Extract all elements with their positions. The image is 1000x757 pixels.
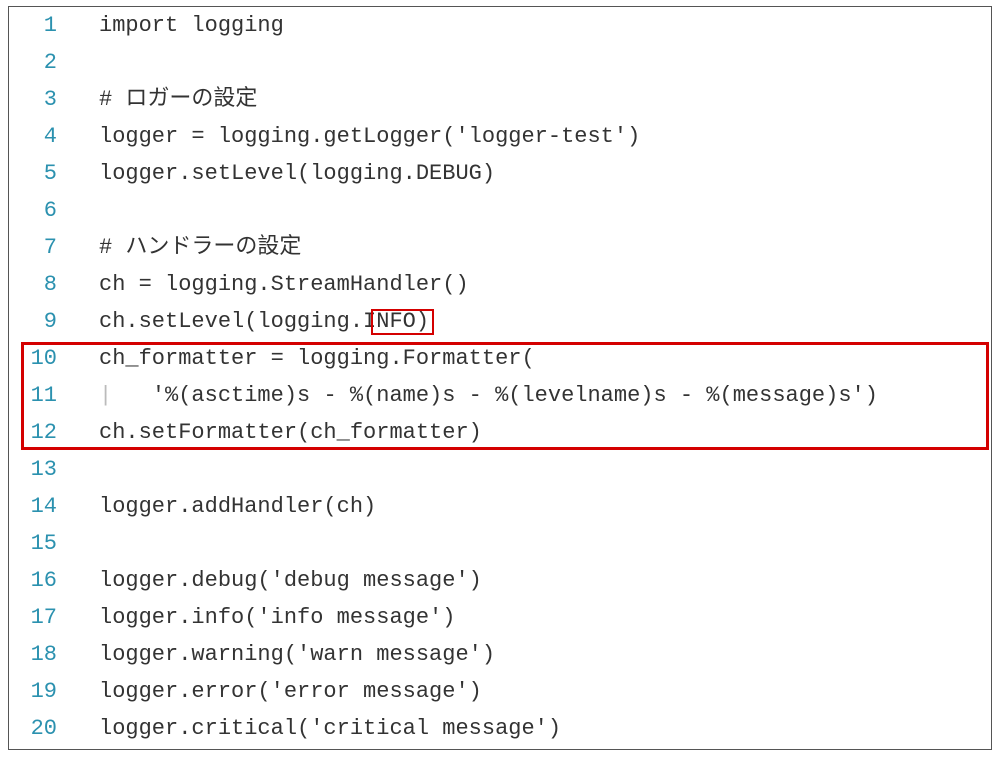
line-number: 14	[9, 488, 71, 525]
code-text: logger.critical('critical message')	[71, 710, 991, 747]
line-number: 5	[9, 155, 71, 192]
code-line: 14 logger.addHandler(ch)	[9, 488, 991, 525]
code-text: ch.setFormatter(ch_formatter)	[71, 414, 991, 451]
line-number: 11	[9, 377, 71, 414]
code-text: logger.info('info message')	[71, 599, 991, 636]
code-line: 6	[9, 192, 991, 229]
line-number: 9	[9, 303, 71, 340]
line-number: 10	[9, 340, 71, 377]
line-number: 13	[9, 451, 71, 488]
line-number: 17	[9, 599, 71, 636]
code-text: ch = logging.StreamHandler()	[71, 266, 991, 303]
code-text: # ロガーの設定	[71, 81, 991, 118]
code-text: logger.setLevel(logging.DEBUG)	[71, 155, 991, 192]
line-number: 2	[9, 44, 71, 81]
code-line: 16 logger.debug('debug message')	[9, 562, 991, 599]
code-text: ch.setLevel(logging.INFO)	[71, 303, 991, 340]
code-text: ch_formatter = logging.Formatter(	[71, 340, 991, 377]
line-number: 4	[9, 118, 71, 155]
code-line: 11 | '%(asctime)s - %(name)s - %(levelna…	[9, 377, 991, 414]
line-number: 15	[9, 525, 71, 562]
line-number: 19	[9, 673, 71, 710]
line-number: 20	[9, 710, 71, 747]
code-line: 10 ch_formatter = logging.Formatter(	[9, 340, 991, 377]
code-text: logger = logging.getLogger('logger-test'…	[71, 118, 991, 155]
code-line: 18 logger.warning('warn message')	[9, 636, 991, 673]
code-line: 13	[9, 451, 991, 488]
code-line: 4 logger = logging.getLogger('logger-tes…	[9, 118, 991, 155]
line-number: 7	[9, 229, 71, 266]
code-editor-frame: 1 import logging 2 3 # ロガーの設定 4 logger =…	[8, 6, 992, 750]
line-number: 6	[9, 192, 71, 229]
code-block: 1 import logging 2 3 # ロガーの設定 4 logger =…	[9, 7, 991, 747]
line-number: 1	[9, 7, 71, 44]
code-text: import logging	[71, 7, 991, 44]
code-line: 8 ch = logging.StreamHandler()	[9, 266, 991, 303]
code-line: 1 import logging	[9, 7, 991, 44]
code-text: logger.warning('warn message')	[71, 636, 991, 673]
code-text: # ハンドラーの設定	[71, 229, 991, 266]
code-line: 3 # ロガーの設定	[9, 81, 991, 118]
line-number: 3	[9, 81, 71, 118]
code-line: 5 logger.setLevel(logging.DEBUG)	[9, 155, 991, 192]
code-line: 9 ch.setLevel(logging.INFO)	[9, 303, 991, 340]
code-line: 7 # ハンドラーの設定	[9, 229, 991, 266]
code-line: 17 logger.info('info message')	[9, 599, 991, 636]
code-text: logger.error('error message')	[71, 673, 991, 710]
line-number: 16	[9, 562, 71, 599]
code-text: logger.addHandler(ch)	[71, 488, 991, 525]
line-number: 8	[9, 266, 71, 303]
line-number: 18	[9, 636, 71, 673]
code-text: logger.debug('debug message')	[71, 562, 991, 599]
code-line: 20 logger.critical('critical message')	[9, 710, 991, 747]
code-line: 12 ch.setFormatter(ch_formatter)	[9, 414, 991, 451]
code-text: | '%(asctime)s - %(name)s - %(levelname)…	[71, 377, 991, 414]
code-line: 19 logger.error('error message')	[9, 673, 991, 710]
line-number: 12	[9, 414, 71, 451]
code-line: 15	[9, 525, 991, 562]
code-line: 2	[9, 44, 991, 81]
